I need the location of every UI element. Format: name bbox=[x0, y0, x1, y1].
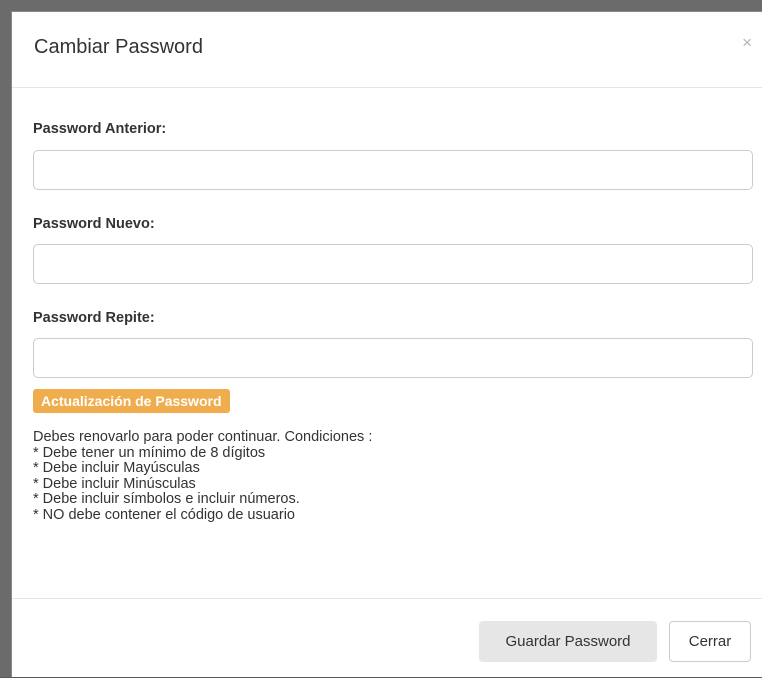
save-password-button[interactable]: Guardar Password bbox=[479, 621, 657, 662]
close-button[interactable]: Cerrar bbox=[669, 621, 751, 662]
close-icon[interactable]: × bbox=[742, 34, 752, 51]
dialog-header: Cambiar Password × bbox=[12, 12, 762, 88]
dialog-title: Cambiar Password bbox=[34, 36, 203, 58]
condition-item: * NO debe contener el código de usuario bbox=[33, 506, 295, 523]
conditions-intro: Debes renovarlo para poder continuar. Co… bbox=[33, 429, 373, 445]
password-update-badge: Actualización de Password bbox=[33, 389, 230, 413]
condition-item: * Debe incluir Minúsculas bbox=[33, 475, 196, 492]
password-conditions: Debes renovarlo para poder continuar. Co… bbox=[33, 429, 373, 524]
dialog-footer: Guardar Password Cerrar bbox=[12, 598, 762, 678]
condition-item: * Debe incluir Mayúsculas bbox=[33, 460, 200, 477]
old-password-input[interactable] bbox=[33, 150, 753, 190]
change-password-dialog: Cambiar Password × Password Anterior: Pa… bbox=[11, 11, 762, 677]
condition-item: * Debe incluir símbolos e incluir número… bbox=[33, 491, 300, 508]
condition-item: * Debe tener un mínimo de 8 dígitos bbox=[33, 444, 266, 461]
new-password-input[interactable] bbox=[33, 244, 753, 284]
repeat-password-label: Password Repite: bbox=[33, 310, 155, 326]
new-password-label: Password Nuevo: bbox=[33, 216, 155, 232]
repeat-password-input[interactable] bbox=[33, 338, 753, 378]
old-password-label: Password Anterior: bbox=[33, 121, 167, 137]
